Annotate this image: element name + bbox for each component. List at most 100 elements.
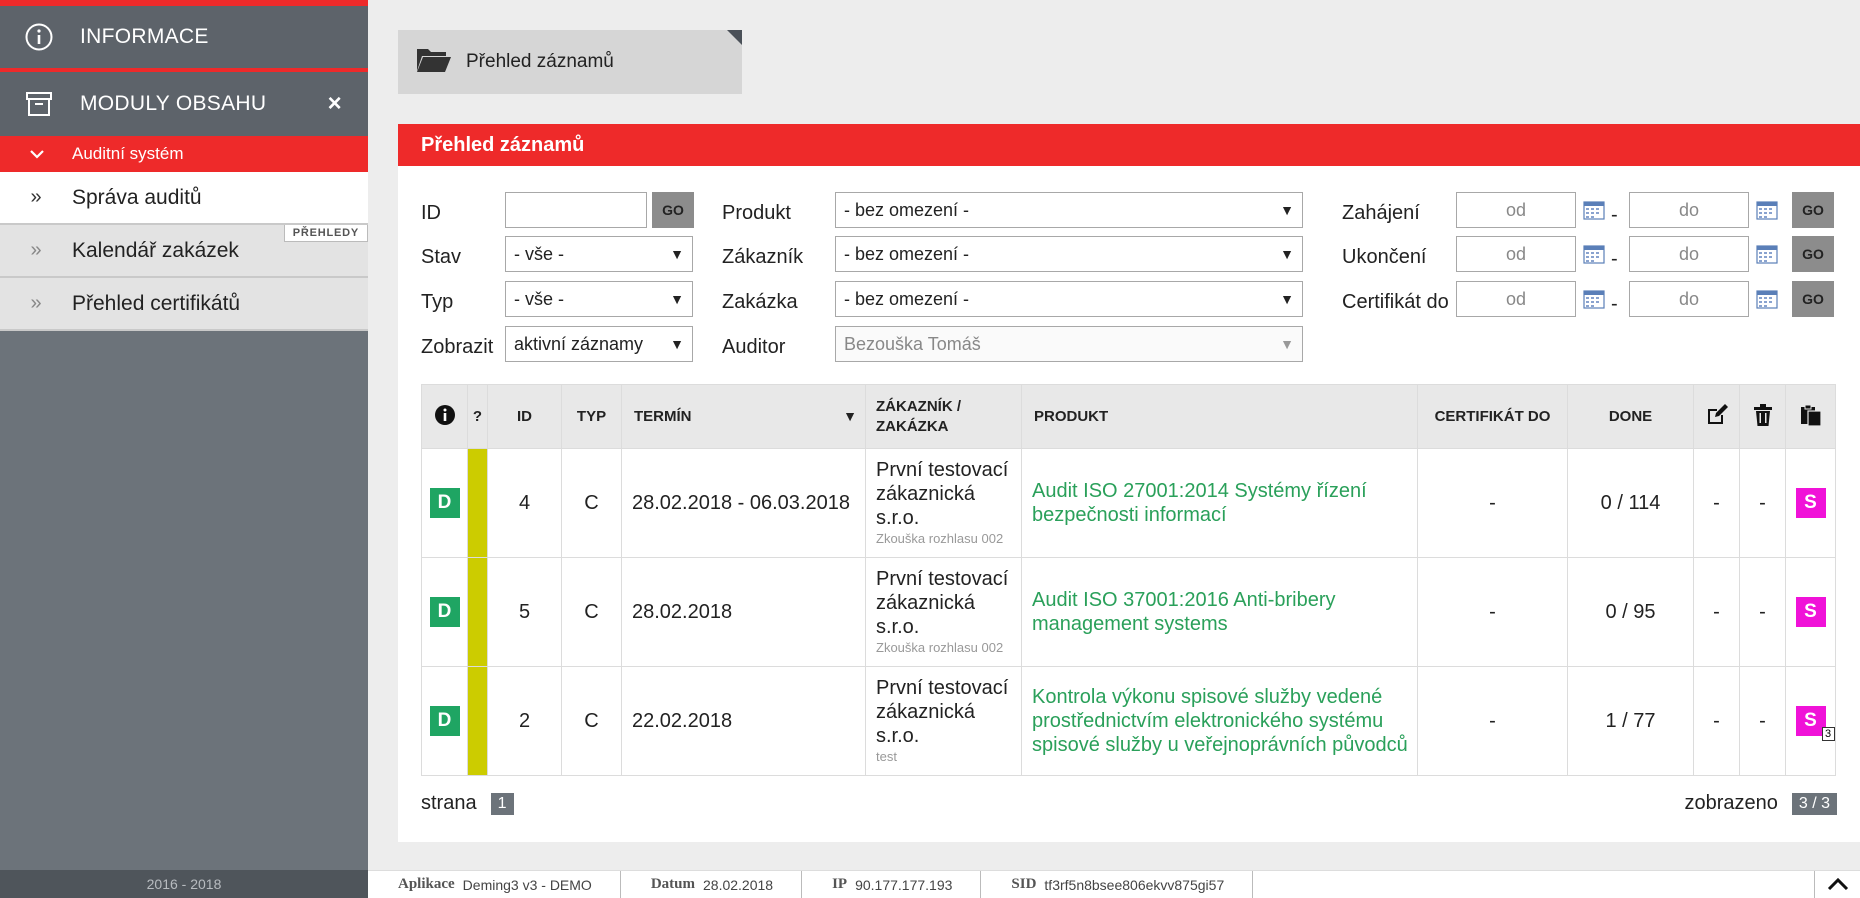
raquo-icon: » xyxy=(30,292,42,314)
cell-typ: C xyxy=(561,666,622,776)
sidebar-info-header[interactable]: INFORMACE xyxy=(0,0,368,68)
cell-s[interactable]: S xyxy=(1785,557,1836,667)
th-certifikat[interactable]: CERTIFIKÁT DO xyxy=(1417,384,1568,449)
row-detail-cell[interactable]: D xyxy=(421,666,468,776)
ukonceni-to-input[interactable]: do xyxy=(1629,236,1749,272)
detail-badge[interactable]: D xyxy=(429,706,460,736)
detail-badge[interactable]: D xyxy=(429,488,460,518)
shown-value: 3 / 3 xyxy=(1791,792,1837,815)
cell-produkt-link[interactable]: Kontrola výkonu spisové služby vedené pr… xyxy=(1021,666,1418,776)
tab-label: Přehled záznamů xyxy=(466,51,614,72)
filter-produkt-value: - bez omezení - xyxy=(844,199,970,220)
sidebar-section-audit[interactable]: Auditní systém xyxy=(0,136,368,172)
id-go-button[interactable]: GO xyxy=(652,192,694,228)
row-detail-cell[interactable]: D xyxy=(421,448,468,558)
customer-line1: První testovací xyxy=(876,677,1009,699)
page-1-button[interactable]: 1 xyxy=(490,792,514,815)
shown-label: zobrazeno xyxy=(1684,792,1778,814)
records-panel: Přehled záznamů ID GO Stav - vše - ▼ Typ… xyxy=(398,124,1860,842)
range-dash: - xyxy=(1611,248,1618,270)
product-line2: bezpečnosti informací xyxy=(1032,504,1227,526)
sidebar-item-sprava-auditu[interactable]: » Správa auditů xyxy=(0,172,368,225)
records-table: ? ID TYP TERMÍN ▼ ZÁKAZNÍK / ZAKÁZKA PRO… xyxy=(421,384,1836,776)
calendar-icon[interactable] xyxy=(1756,289,1778,309)
cell-s[interactable]: S xyxy=(1785,448,1836,558)
sidebar-footer: 2016 - 2018 xyxy=(0,870,368,898)
cell-edit: - xyxy=(1693,557,1740,667)
certifikat-from-input[interactable]: od xyxy=(1456,281,1576,317)
filter-auditor-select[interactable]: Bezouška Tomáš ▼ xyxy=(835,326,1303,362)
sidebar: INFORMACE MODULY OBSAHU × Auditní systém… xyxy=(0,0,368,898)
zahajeni-to-input[interactable]: do xyxy=(1629,192,1749,228)
th-zakaznik[interactable]: ZÁKAZNÍK / ZAKÁZKA xyxy=(865,384,1022,449)
table-row[interactable]: D 4 C 28.02.2018 - 06.03.2018 První test… xyxy=(421,448,1836,558)
filter-id-input[interactable] xyxy=(505,192,647,228)
table-row[interactable]: D 2 C 22.02.2018 První testovací zákazni… xyxy=(421,666,1836,776)
detail-badge[interactable]: D xyxy=(429,597,460,627)
th-typ[interactable]: TYP xyxy=(561,384,622,449)
status-sid-label: SID xyxy=(1011,876,1037,892)
sidebar-item-kalendar-zakazek[interactable]: PŘEHLEDY » Kalendář zakázek xyxy=(0,225,368,278)
cell-produkt-link[interactable]: Audit ISO 27001:2014 Systémy řízení bezp… xyxy=(1021,448,1418,558)
th-termin[interactable]: TERMÍN ▼ xyxy=(621,384,866,449)
s-badge[interactable]: S xyxy=(1795,488,1826,518)
cell-zakaznik: První testovací zákaznická s.r.o. Zkoušk… xyxy=(865,557,1022,667)
filter-zakazka-select[interactable]: - bez omezení - ▼ xyxy=(835,281,1303,317)
panel-title: Přehled záznamů xyxy=(398,124,1860,166)
filter-typ-label: Typ xyxy=(421,291,454,313)
sidebar-item-prehled-certifikatu[interactable]: » Přehled certifikátů xyxy=(0,278,368,331)
calendar-icon[interactable] xyxy=(1756,244,1778,264)
sort-desc-icon[interactable]: ▼ xyxy=(843,408,857,424)
dropdown-arrow-icon: ▼ xyxy=(670,336,684,352)
sidebar-modules-label: MODULY OBSAHU xyxy=(80,92,267,115)
th-delete xyxy=(1739,384,1786,449)
filter-typ-select[interactable]: - vše - ▼ xyxy=(505,281,693,317)
pager-label: strana xyxy=(421,792,477,814)
th-produkt[interactable]: PRODUKT xyxy=(1021,384,1418,449)
s-badge-label: S xyxy=(1804,710,1817,731)
filter-zobrazit-select[interactable]: aktivní záznamy ▼ xyxy=(505,326,693,362)
status-sid: SID tf3rf5n8bsee806ekvv875gi57 xyxy=(981,870,1254,898)
certifikat-go-button[interactable]: GO xyxy=(1792,281,1834,317)
status-stripe xyxy=(467,666,488,776)
chevron-up-icon xyxy=(1827,877,1849,894)
zahajeni-from-input[interactable]: od xyxy=(1456,192,1576,228)
raquo-icon: » xyxy=(30,186,42,208)
certifikat-to-input[interactable]: do xyxy=(1629,281,1749,317)
table-row[interactable]: D 5 C 28.02.2018 První testovací zákazni… xyxy=(421,557,1836,667)
filter-produkt-select[interactable]: - bez omezení - ▼ xyxy=(835,192,1303,228)
s-badge[interactable]: S xyxy=(1795,597,1826,627)
sidebar-modules-header[interactable]: MODULY OBSAHU × xyxy=(0,68,368,136)
tab-prehled-zaznamu[interactable]: Přehled záznamů xyxy=(398,30,742,94)
cell-zakaznik: První testovací zákaznická s.r.o. test xyxy=(865,666,1022,776)
raquo-icon: » xyxy=(30,239,42,261)
cell-delete: - xyxy=(1739,448,1786,558)
row-detail-cell[interactable]: D xyxy=(421,557,468,667)
status-date: Datum 28.02.2018 xyxy=(621,870,803,898)
tab-corner-fold xyxy=(727,30,742,45)
s-badge[interactable]: S3 xyxy=(1795,706,1835,741)
filter-zakaznik-select[interactable]: - bez omezení - ▼ xyxy=(835,236,1303,272)
th-id[interactable]: ID xyxy=(487,384,562,449)
order-name: Zkouška rozhlasu 002 xyxy=(876,640,1004,655)
calendar-icon[interactable] xyxy=(1583,289,1605,309)
cell-s[interactable]: S3 xyxy=(1785,666,1836,776)
calendar-icon[interactable] xyxy=(1756,200,1778,220)
close-icon[interactable]: × xyxy=(328,90,342,118)
cell-produkt-link[interactable]: Audit ISO 37001:2016 Anti-bribery manage… xyxy=(1021,557,1418,667)
th-done[interactable]: DONE xyxy=(1567,384,1694,449)
status-sid-value: tf3rf5n8bsee806ekvv875gi57 xyxy=(1044,876,1225,893)
info-circle-icon xyxy=(22,20,56,54)
calendar-icon[interactable] xyxy=(1583,244,1605,264)
product-line2: prostřednictvím elektronického systému xyxy=(1032,710,1384,732)
folder-open-icon xyxy=(416,45,452,79)
filter-certifikat-label: Certifikát do xyxy=(1342,291,1449,313)
filter-stav-select[interactable]: - vše - ▼ xyxy=(505,236,693,272)
pager: strana 1 xyxy=(421,792,514,815)
calendar-icon[interactable] xyxy=(1583,200,1605,220)
scroll-top-button[interactable] xyxy=(1814,871,1860,898)
zahajeni-go-button[interactable]: GO xyxy=(1792,192,1834,228)
ukonceni-go-button[interactable]: GO xyxy=(1792,236,1834,272)
ukonceni-from-input[interactable]: od xyxy=(1456,236,1576,272)
th-copy xyxy=(1785,384,1836,449)
